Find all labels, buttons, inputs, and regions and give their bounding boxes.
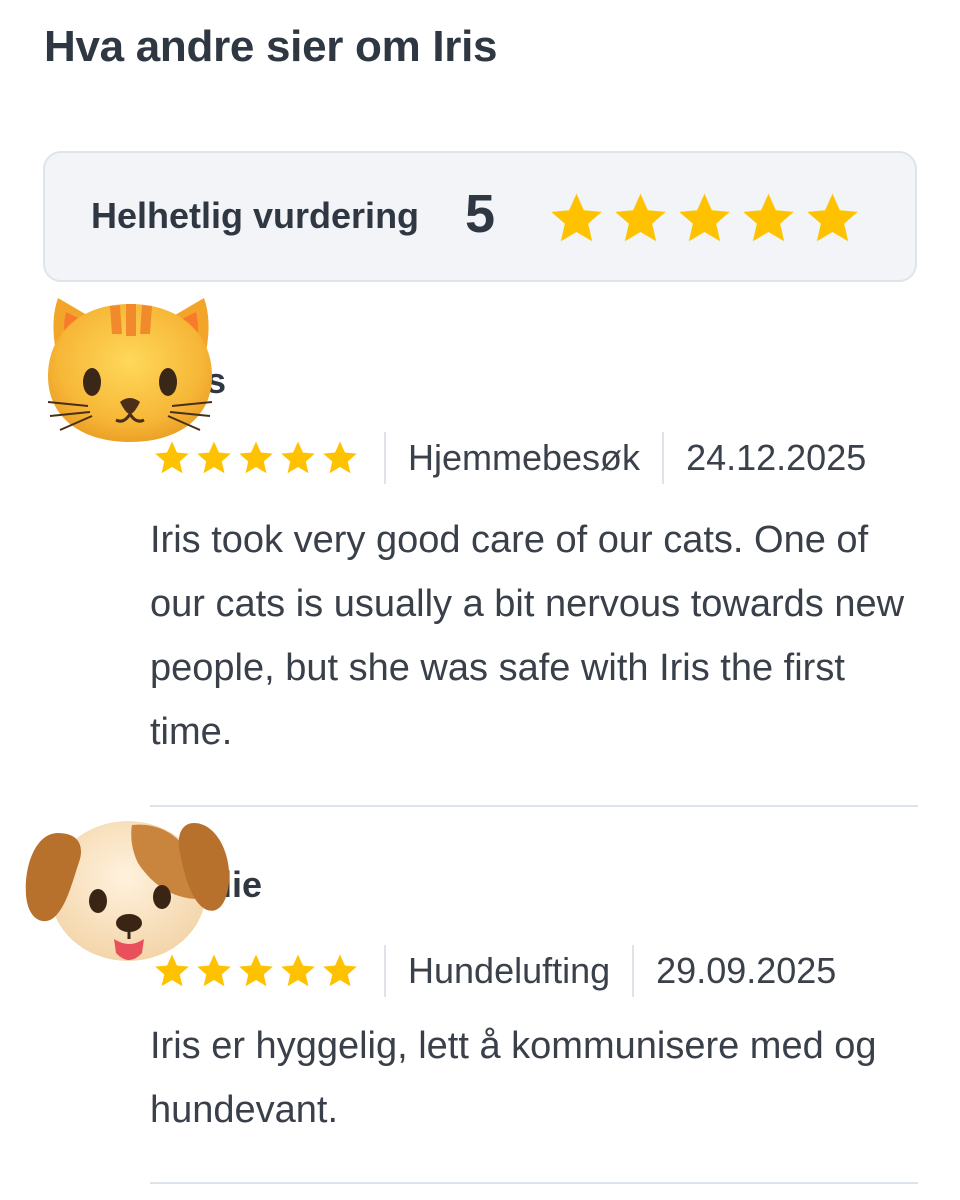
star-icon	[740, 190, 797, 247]
review-date: 29.09.2025	[656, 950, 837, 991]
star-icon	[279, 439, 317, 477]
overall-rating-card: Helhetlig vurdering 5	[43, 151, 917, 282]
review-meta: Hjemmebesøk 24.12.2025	[153, 431, 866, 485]
review-rating-stars	[153, 439, 359, 477]
review-separator	[150, 1182, 918, 1184]
review-text: Iris er hyggelig, lett å kommunisere med…	[150, 1025, 877, 1131]
star-icon	[321, 952, 359, 990]
review-service: Hjemmebesøk	[408, 437, 641, 478]
meta-divider	[384, 945, 386, 997]
review-text: Iris took very good care of our cats. On…	[150, 519, 905, 753]
star-icon	[153, 439, 191, 477]
star-icon	[548, 190, 605, 247]
overall-rating-score: 5	[465, 184, 496, 244]
reviews-page: Hva andre sier om Iris Helhetlig vurderi…	[0, 0, 960, 1200]
star-icon	[153, 952, 191, 990]
page-title: Hva andre sier om Iris	[44, 22, 498, 71]
meta-divider	[384, 432, 386, 484]
review-date: 24.12.2025	[686, 437, 867, 478]
meta-divider	[662, 432, 665, 484]
star-icon	[237, 439, 275, 477]
star-icon	[612, 190, 669, 247]
star-icon	[195, 439, 233, 477]
review-item: s Hjemmebesøk 24.12.2025 Iris took very …	[0, 290, 960, 810]
cat-face-icon	[47, 298, 213, 442]
star-icon	[237, 952, 275, 990]
star-icon	[676, 190, 733, 247]
review-item: lie Hundelufting 29.09.2025 Iris er hygg…	[0, 800, 960, 1200]
meta-divider	[632, 945, 635, 997]
star-icon	[279, 952, 317, 990]
overall-rating-stars	[548, 190, 861, 247]
star-icon	[321, 439, 359, 477]
star-icon	[804, 190, 861, 247]
overall-rating-label: Helhetlig vurdering	[91, 195, 420, 236]
review-meta: Hundelufting 29.09.2025	[153, 944, 836, 998]
star-icon	[195, 952, 233, 990]
review-service: Hundelufting	[408, 950, 611, 991]
review-rating-stars	[153, 952, 359, 990]
dog-face-icon	[25, 821, 230, 961]
